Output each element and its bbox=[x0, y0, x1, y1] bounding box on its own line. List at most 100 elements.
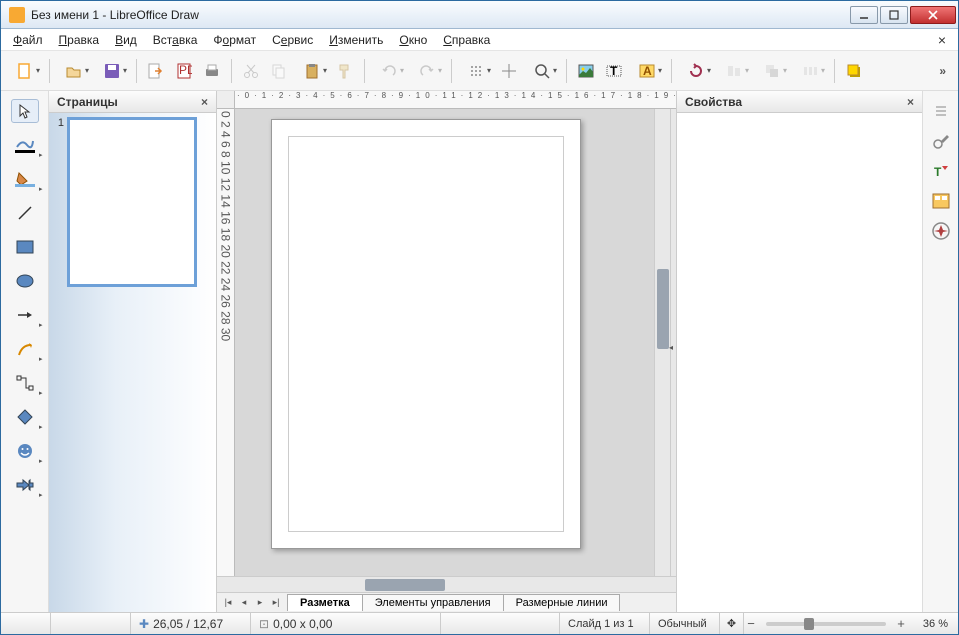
tab-dimlines[interactable]: Размерные линии bbox=[503, 594, 621, 611]
canvas-area: ·0·1·2·3·4·5·6·7·8·9·10·11·12·13·14·15·1… bbox=[217, 91, 676, 612]
open-button[interactable] bbox=[56, 58, 92, 84]
menu-view[interactable]: Вид bbox=[109, 31, 143, 49]
close-button[interactable] bbox=[910, 6, 956, 24]
select-tool[interactable] bbox=[11, 99, 39, 123]
rectangle-tool[interactable] bbox=[11, 235, 39, 259]
redo-button[interactable] bbox=[409, 58, 445, 84]
fill-color-tool[interactable] bbox=[11, 167, 39, 191]
doc-close-icon[interactable]: × bbox=[932, 32, 952, 48]
grid-button[interactable] bbox=[458, 58, 494, 84]
page[interactable] bbox=[271, 119, 581, 549]
horizontal-ruler[interactable]: ·0·1·2·3·4·5·6·7·8·9·10·11·12·13·14·15·1… bbox=[235, 91, 676, 109]
svg-text:A: A bbox=[643, 64, 652, 78]
toolbar-overflow-icon[interactable]: » bbox=[933, 64, 952, 78]
pages-panel: Страницы × 1 bbox=[49, 91, 217, 612]
helplines-button[interactable] bbox=[496, 58, 522, 84]
sidebar-properties-icon[interactable] bbox=[929, 129, 953, 153]
symbol-shapes-tool[interactable] bbox=[11, 439, 39, 463]
page-number: 1 bbox=[53, 117, 67, 287]
menu-help[interactable]: Справка bbox=[437, 31, 496, 49]
status-slide[interactable]: Слайд 1 из 1 bbox=[560, 613, 650, 634]
layer-tabs: |◂ ◂ ▸ ▸| Разметка Элементы управления Р… bbox=[217, 592, 676, 612]
svg-text:T: T bbox=[610, 64, 618, 78]
save-button[interactable] bbox=[94, 58, 130, 84]
zoom-value[interactable]: 36 % bbox=[908, 613, 958, 634]
line-color-tool[interactable] bbox=[11, 133, 39, 157]
prev-page-button[interactable]: ◂ bbox=[237, 597, 251, 608]
maximize-button[interactable] bbox=[880, 6, 908, 24]
align-button[interactable] bbox=[716, 58, 752, 84]
print-button[interactable] bbox=[199, 58, 225, 84]
sidebar-gallery-icon[interactable] bbox=[929, 189, 953, 213]
paste-button[interactable] bbox=[294, 58, 330, 84]
insert-textbox-button[interactable]: T bbox=[601, 58, 627, 84]
block-arrows-tool[interactable] bbox=[11, 473, 39, 497]
sidebar-navigator-icon[interactable] bbox=[929, 219, 953, 243]
tab-controls[interactable]: Элементы управления bbox=[362, 594, 504, 611]
zoom-slider[interactable] bbox=[766, 622, 886, 626]
zoom-in-button[interactable]: + bbox=[894, 616, 908, 631]
rotate-button[interactable] bbox=[678, 58, 714, 84]
menu-service[interactable]: Сервис bbox=[266, 31, 319, 49]
properties-panel: Свойства × bbox=[676, 91, 922, 612]
ellipse-tool[interactable] bbox=[11, 269, 39, 293]
first-page-button[interactable]: |◂ bbox=[221, 597, 235, 608]
standard-toolbar: PDF T A » bbox=[1, 51, 958, 91]
menu-insert[interactable]: Вставка bbox=[147, 31, 204, 49]
menu-modify[interactable]: Изменить bbox=[323, 31, 389, 49]
export-button[interactable] bbox=[143, 58, 169, 84]
zoom-fit-icon[interactable]: ✥ bbox=[720, 613, 744, 634]
status-size: ⊡ 0,00 x 0,00 bbox=[251, 613, 441, 634]
page-margin bbox=[288, 136, 564, 532]
sidebar-styles-icon[interactable]: T bbox=[929, 159, 953, 183]
svg-text:PDF: PDF bbox=[179, 63, 192, 77]
arrow-tool[interactable] bbox=[11, 303, 39, 327]
undo-button[interactable] bbox=[371, 58, 407, 84]
sidebar-tabs: T bbox=[922, 91, 958, 612]
menu-file[interactable]: Файл bbox=[7, 31, 49, 49]
page-thumbnail[interactable] bbox=[67, 117, 197, 287]
basic-shapes-tool[interactable] bbox=[11, 405, 39, 429]
menu-edit[interactable]: Правка bbox=[53, 31, 106, 49]
properties-panel-title: Свойства bbox=[685, 95, 742, 109]
shadow-button[interactable] bbox=[841, 58, 867, 84]
sidebar-settings-icon[interactable] bbox=[929, 99, 953, 123]
panel-collapse-handle[interactable] bbox=[670, 109, 676, 576]
titlebar: Без имени 1 - LibreOffice Draw bbox=[1, 1, 958, 29]
curve-tool[interactable] bbox=[11, 337, 39, 361]
new-button[interactable] bbox=[7, 58, 43, 84]
pages-panel-close-icon[interactable]: × bbox=[201, 95, 208, 109]
arrange-button[interactable] bbox=[754, 58, 790, 84]
vertical-scrollbar[interactable] bbox=[654, 109, 670, 576]
cut-button[interactable] bbox=[238, 58, 264, 84]
last-page-button[interactable]: ▸| bbox=[269, 597, 283, 608]
ruler-corner[interactable] bbox=[217, 91, 235, 109]
next-page-button[interactable]: ▸ bbox=[253, 597, 267, 608]
horizontal-scrollbar[interactable] bbox=[217, 576, 676, 592]
distribute-button[interactable] bbox=[792, 58, 828, 84]
connector-tool[interactable] bbox=[11, 371, 39, 395]
fontwork-button[interactable]: A bbox=[629, 58, 665, 84]
export-pdf-button[interactable]: PDF bbox=[171, 58, 197, 84]
copy-button[interactable] bbox=[266, 58, 292, 84]
clone-format-button[interactable] bbox=[332, 58, 358, 84]
status-modified[interactable] bbox=[1, 613, 51, 634]
zoom-out-button[interactable]: − bbox=[744, 616, 758, 631]
status-coords: ✚ 26,05 / 12,67 bbox=[131, 613, 251, 634]
insert-image-button[interactable] bbox=[573, 58, 599, 84]
status-info bbox=[441, 613, 560, 634]
line-tool[interactable] bbox=[11, 201, 39, 225]
app-icon bbox=[9, 7, 25, 23]
zoom-button[interactable] bbox=[524, 58, 560, 84]
tab-layout[interactable]: Разметка bbox=[287, 594, 363, 611]
status-mode[interactable]: Обычный bbox=[650, 613, 720, 634]
page-thumb[interactable]: 1 bbox=[53, 117, 212, 287]
properties-panel-close-icon[interactable]: × bbox=[907, 95, 914, 109]
drawing-canvas[interactable] bbox=[235, 109, 654, 576]
statusbar: ✚ 26,05 / 12,67 ⊡ 0,00 x 0,00 Слайд 1 из… bbox=[1, 612, 958, 634]
status-sign[interactable] bbox=[51, 613, 131, 634]
menu-format[interactable]: Формат bbox=[207, 31, 262, 49]
vertical-ruler[interactable]: 0 2 4 6 8 10 12 14 16 18 20 22 24 26 28 … bbox=[217, 109, 235, 576]
menu-window[interactable]: Окно bbox=[393, 31, 433, 49]
minimize-button[interactable] bbox=[850, 6, 878, 24]
